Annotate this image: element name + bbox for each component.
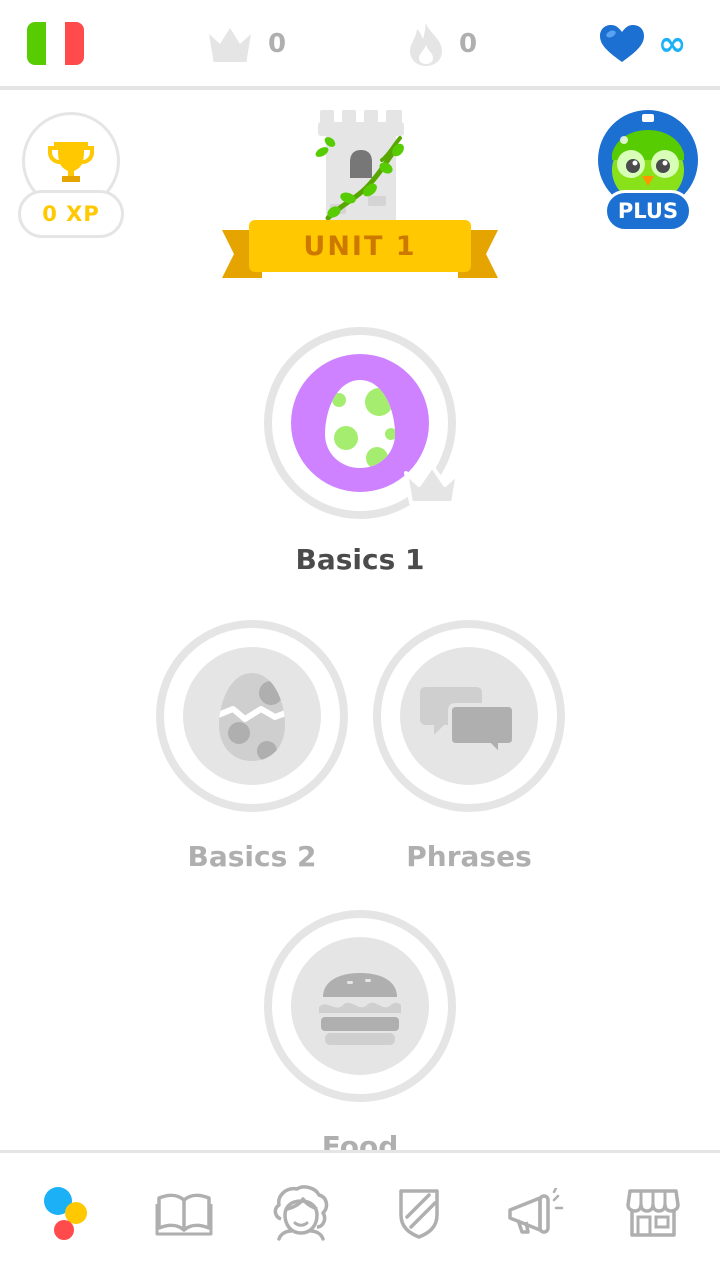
skill-progress-ring — [156, 620, 348, 812]
unit-label: UNIT 1 — [303, 230, 417, 262]
hearts-counter[interactable]: ∞ — [598, 20, 686, 68]
megaphone-icon — [508, 1187, 564, 1234]
hearts-infinity: ∞ — [658, 24, 687, 64]
skill-progress-ring — [373, 620, 565, 812]
trophy-icon — [48, 142, 94, 182]
skill-progress-ring — [264, 910, 456, 1102]
shop-icon — [626, 1188, 681, 1237]
skill-progress-ring — [264, 327, 460, 519]
cracked-egg-icon — [219, 673, 285, 761]
unit-ribbon: UNIT 1 — [249, 220, 471, 272]
xp-label: 0 XP — [18, 190, 124, 238]
skill-basics-2[interactable]: Basics 2 — [156, 620, 348, 873]
heart-icon — [600, 25, 644, 62]
skill-icon-circle — [291, 937, 429, 1075]
learn-dots-icon — [43, 1186, 87, 1240]
nav-profile[interactable] — [261, 1173, 341, 1253]
crown-level-badge — [404, 464, 460, 505]
top-status-bar: 0 0 ∞ — [0, 0, 720, 88]
bottom-navigation — [0, 1150, 720, 1280]
book-icon — [155, 1193, 213, 1235]
crown-icon — [209, 28, 251, 62]
speech-bubbles-icon — [420, 687, 516, 760]
topbar-divider — [0, 86, 720, 90]
skill-label: Phrases — [406, 840, 532, 873]
streak-count: 0 — [459, 29, 478, 59]
nav-stories[interactable] — [144, 1173, 224, 1253]
skill-basics-1[interactable]: Basics 1 — [264, 327, 460, 576]
skill-icon-circle — [400, 647, 538, 785]
plus-badge[interactable]: PLUS — [596, 110, 700, 232]
flame-icon — [410, 23, 442, 66]
skill-food[interactable]: Food — [264, 910, 456, 1163]
streak-counter[interactable]: 0 — [407, 20, 477, 68]
xp-badge[interactable]: 0 XP — [18, 112, 124, 238]
skill-phrases[interactable]: Phrases — [373, 620, 565, 873]
burger-icon — [319, 973, 401, 1045]
skill-label: Basics 1 — [295, 543, 425, 576]
nav-leaderboards[interactable] — [379, 1173, 459, 1253]
castle-icon — [315, 110, 404, 222]
skill-icon-circle — [183, 647, 321, 785]
crowns-count: 0 — [268, 29, 287, 59]
profile-face-icon — [273, 1184, 329, 1241]
nav-news[interactable] — [496, 1173, 576, 1253]
nav-learn[interactable] — [27, 1173, 107, 1253]
nav-shop[interactable] — [613, 1173, 693, 1253]
italy-flag-icon[interactable] — [27, 22, 84, 65]
plus-label: PLUS — [604, 190, 692, 232]
unit-banner: UNIT 1 — [222, 220, 498, 278]
crowns-counter[interactable]: 0 — [206, 20, 286, 68]
shield-icon — [398, 1188, 439, 1239]
skill-label: Basics 2 — [187, 840, 317, 873]
